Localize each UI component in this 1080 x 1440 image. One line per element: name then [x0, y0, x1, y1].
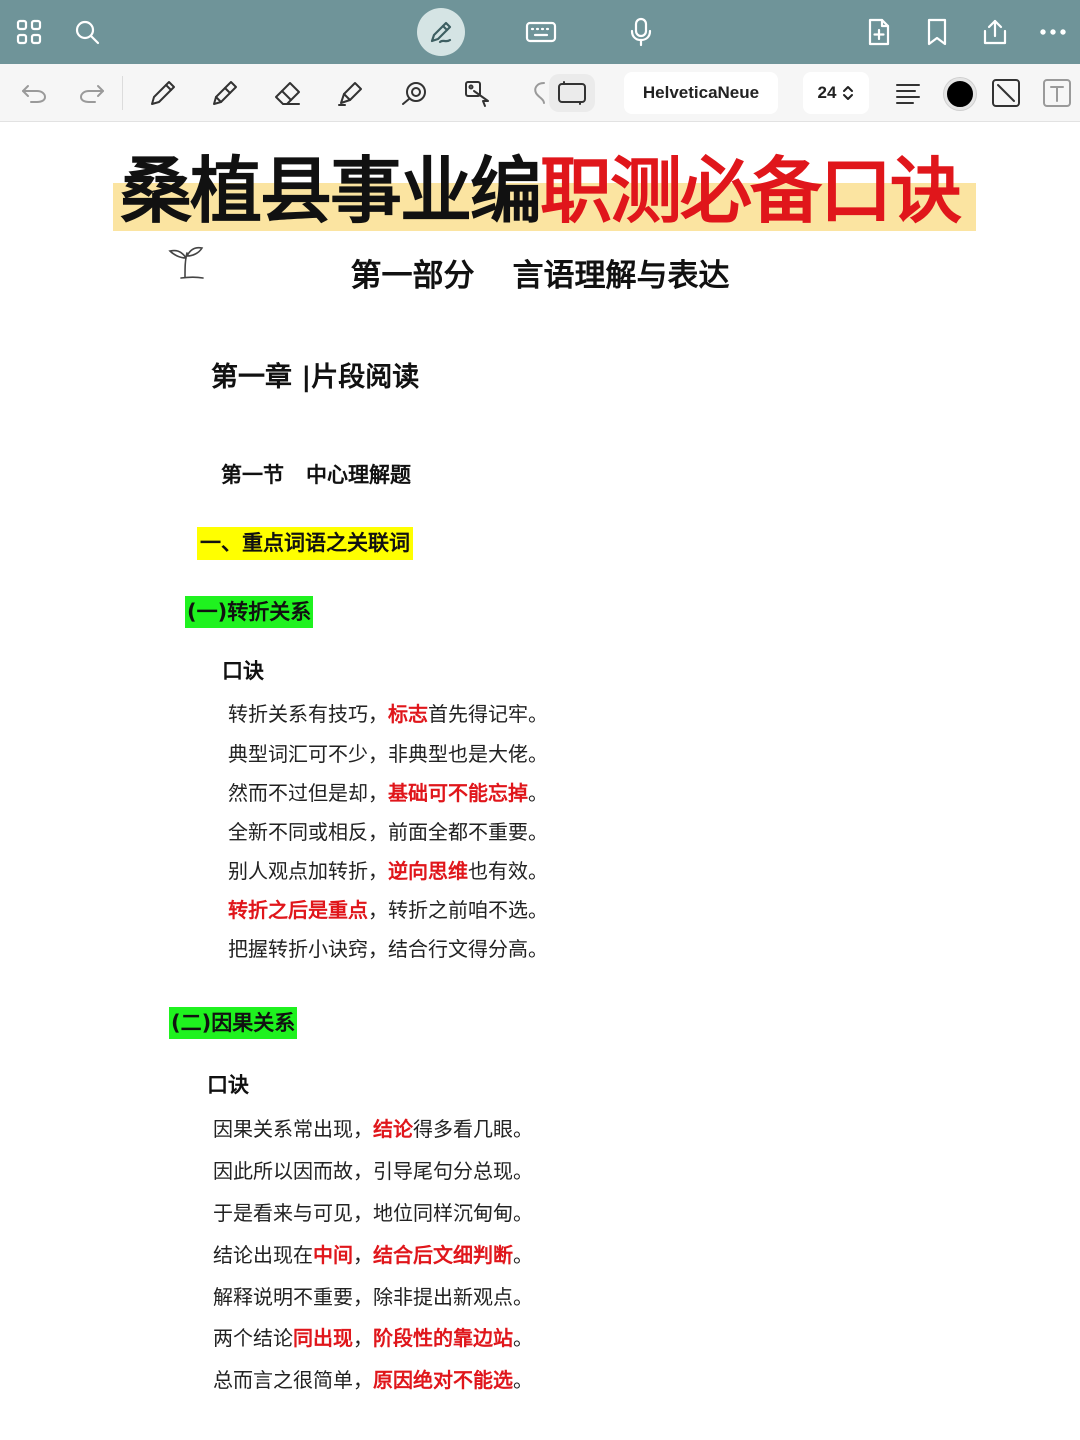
font-size-value: 24 — [817, 83, 837, 102]
part-number: 第一部分 — [350, 258, 475, 294]
part-name: 言语理解与表达 — [512, 258, 730, 294]
microphone-icon[interactable] — [619, 10, 663, 54]
section-heading: 第一节 中心理解题 — [221, 459, 411, 491]
pen-tool-icon[interactable] — [142, 72, 184, 114]
undo-icon[interactable] — [13, 72, 55, 114]
title-black-part: 桑植县事业编 — [119, 148, 542, 233]
verse-line: 于是看来与可见，地位同样沉甸甸。 — [213, 1201, 533, 1225]
verse-line: 因此所以因而故，引导尾句分总现。 — [213, 1159, 533, 1183]
toolbar-divider — [122, 76, 123, 110]
text-style-icon[interactable] — [1036, 72, 1078, 114]
verse-line: 别人观点加转折，逆向思维也有效。 — [228, 859, 548, 883]
text-box-tool-button[interactable] — [549, 74, 595, 112]
part-heading: 第一部分 言语理解与表达 — [0, 254, 1080, 298]
search-icon[interactable] — [65, 10, 109, 54]
pen-mode-icon[interactable] — [417, 8, 465, 56]
mnemonic-label-1: 口诀 — [222, 659, 264, 683]
verse-line: 把握转折小诀窍，结合行文得分高。 — [228, 937, 548, 961]
highlighter-tool-icon[interactable] — [330, 72, 372, 114]
keyboard-icon[interactable] — [519, 10, 563, 54]
topic-heading: 一、重点词语之关联词 — [197, 527, 413, 560]
verse-line: 然而不过但是却，基础可不能忘掉。 — [228, 781, 548, 805]
subtopic-heading-1: (一)转折关系 — [185, 596, 314, 628]
page-title: 桑植县事业编职测必备口诀 — [0, 145, 1080, 237]
pencil-tool-icon[interactable] — [204, 72, 246, 114]
image-tool-icon[interactable] — [457, 72, 499, 114]
font-family-select[interactable]: HelveticaNeue — [624, 72, 778, 114]
line-style-icon[interactable] — [985, 72, 1027, 114]
verse-line: 结论出现在中间，结合后文细判断。 — [213, 1243, 533, 1267]
drawing-toolbar: HelveticaNeue 24 — [0, 64, 1080, 122]
mnemonic-label-2: 口诀 — [207, 1073, 249, 1097]
title-red-part: 职测必备口诀 — [540, 148, 962, 233]
verse-line: 因果关系常出现，结论得多看几眼。 — [213, 1117, 533, 1141]
verse-line: 两个结论同出现，阶段性的靠边站。 — [213, 1326, 533, 1350]
verse-line: 典型词汇可不少，非典型也是大佬。 — [228, 742, 548, 766]
verse-line: 全新不同或相反，前面全都不重要。 — [228, 820, 548, 844]
chapter-heading: 第一章 |片段阅读 — [211, 362, 420, 393]
verse-line: 转折关系有技巧，标志首先得记牢。 — [228, 702, 548, 726]
color-picker-swatch[interactable] — [944, 78, 976, 110]
subtopic-heading-2: (二)因果关系 — [169, 1007, 298, 1039]
font-size-select[interactable]: 24 — [803, 72, 869, 114]
redo-icon[interactable] — [71, 72, 113, 114]
section-number: 第一节 — [221, 463, 284, 487]
section-name: 中心理解题 — [306, 463, 411, 487]
verse-line: 转折之后是重点，转折之前咱不选。 — [228, 898, 548, 922]
app-top-bar — [0, 0, 1080, 64]
more-icon[interactable] — [1031, 10, 1075, 54]
verse-line: 总而言之很简单，原因绝对不能选。 — [213, 1368, 533, 1392]
bookmark-icon[interactable] — [915, 10, 959, 54]
add-page-icon[interactable] — [857, 10, 901, 54]
grid-icon[interactable] — [7, 10, 51, 54]
eraser-tool-icon[interactable] — [267, 72, 309, 114]
verse-line: 解释说明不重要，除非提出新观点。 — [213, 1285, 533, 1309]
shape-tool-icon[interactable] — [394, 72, 436, 114]
text-align-icon[interactable] — [887, 72, 929, 114]
chevron-updown-icon — [843, 86, 854, 100]
share-icon[interactable] — [973, 10, 1017, 54]
